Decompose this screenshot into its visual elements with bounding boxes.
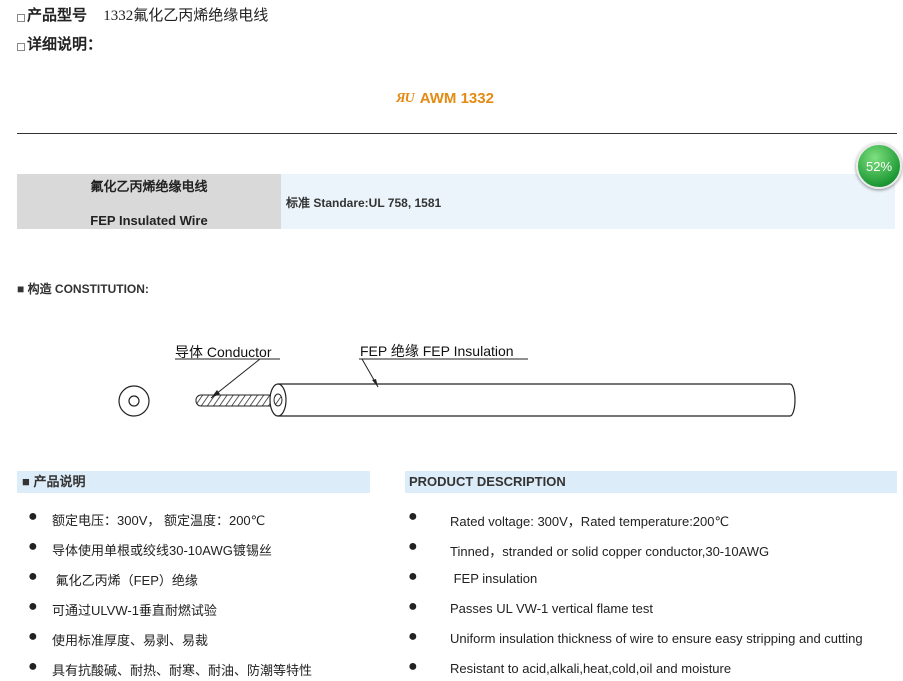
list-item: 导体使用单根或绞线30-10AWG镀锡丝 [52, 543, 272, 558]
bullet-icon: ● [408, 538, 418, 555]
list-item: FEP insulation [450, 571, 538, 586]
spec-name-en: FEP Insulated Wire [90, 213, 208, 228]
spec-standard: 标准 Standare:UL 758, 1581 [286, 196, 442, 210]
conductor-label: 导体 Conductor [175, 344, 272, 360]
ul-mark-icon: ЯU [396, 90, 415, 106]
list-item: Rated voltage: 300V，Rated temperature:20… [450, 514, 730, 529]
product-model-row: 产品型号 1332氟化乙丙烯绝缘电线 [17, 4, 268, 25]
bullet-icon: ● [408, 508, 418, 525]
insulation-shape [269, 383, 796, 417]
conductor-shape [195, 394, 279, 407]
list-item: 可通过ULVW-1垂直耐燃试验 [52, 603, 217, 618]
bullet-icon: ● [28, 508, 38, 525]
broken-image-icon [17, 43, 25, 52]
list-item: 额定电压：300V， 额定温度：200℃ [52, 513, 266, 528]
ul-awm-logo: ЯU AWM 1332 [396, 90, 494, 107]
bullet-icon: ● [28, 538, 38, 555]
bullet-icon: ● [408, 658, 418, 675]
list-item: Uniform insulation thickness of wire to … [450, 631, 863, 646]
divider [17, 133, 897, 134]
list-item: 使用标准厚度、易剥、易裁 [52, 633, 209, 648]
list-item: Tinned，stranded or solid copper conducto… [450, 544, 770, 559]
product-model-value: 1332氟化乙丙烯绝缘电线 [103, 8, 269, 24]
detail-description-label: 详细说明： [27, 36, 103, 53]
progress-badge[interactable]: 52% [856, 143, 902, 189]
product-model-label: 产品型号 [27, 7, 88, 24]
insulation-label: FEP 绝缘 FEP Insulation [360, 343, 514, 359]
awm-text: AWM 1332 [419, 90, 494, 107]
product-description-cn-heading: ■ 产品说明 [17, 471, 370, 493]
bullet-icon: ● [408, 598, 418, 615]
spec-name-cell: 氟化乙丙烯绝缘电线 FEP Insulated Wire [17, 174, 281, 229]
bullet-icon: ● [408, 568, 418, 585]
construction-heading: ■ 构造 CONSTITUTION: [17, 282, 149, 296]
bullet-icon: ● [28, 598, 38, 615]
list-item: 具有抗酸碱、耐热、耐寒、耐油、防潮等特性 [52, 663, 313, 678]
detail-description-row: 详细说明： [17, 33, 102, 54]
list-item: 氟化乙丙烯（FEP）绝缘 [52, 573, 198, 588]
bullet-icon: ● [28, 628, 38, 645]
broken-image-icon [17, 14, 25, 23]
product-description-en-heading: PRODUCT DESCRIPTION [405, 471, 897, 493]
bullet-icon: ● [28, 658, 38, 675]
bullet-icon: ● [408, 628, 418, 645]
spec-standard-cell: 标准 Standare:UL 758, 1581 [281, 174, 895, 229]
progress-percent: 52% [865, 158, 893, 174]
list-item: Resistant to acid,alkali,heat,cold,oil a… [450, 661, 732, 676]
cross-section-icon [118, 385, 150, 417]
list-item: Passes UL VW-1 vertical flame test [450, 601, 654, 616]
bullet-icon: ● [28, 568, 38, 585]
spec-name-cn: 氟化乙丙烯绝缘电线 [90, 179, 208, 194]
